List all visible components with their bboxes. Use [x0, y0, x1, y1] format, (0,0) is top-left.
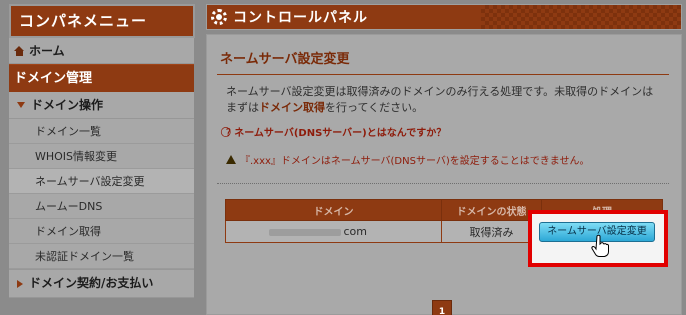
- page-number-button[interactable]: 1: [432, 300, 452, 315]
- sidebar-item-label: ホーム: [29, 43, 65, 58]
- warning-icon: [226, 155, 236, 164]
- home-icon: [14, 45, 25, 56]
- sidebar-item-domain-list[interactable]: ドメイン一覧: [9, 119, 194, 144]
- sidebar-item-muumuu-dns[interactable]: ムームーDNS: [9, 194, 194, 219]
- section-title: ネームサーバ設定変更: [217, 45, 669, 75]
- status-cell: 取得済み: [441, 220, 542, 243]
- domain-acquire-link[interactable]: ドメイン取得: [259, 101, 325, 114]
- column-header-status: ドメインの状態: [441, 199, 542, 221]
- sidebar-item-domain-acquire[interactable]: ドメイン取得: [9, 219, 194, 244]
- sidebar-item-label: ドメイン操作: [31, 97, 104, 112]
- header-pattern: [481, 5, 681, 29]
- sidebar-section-domain[interactable]: ドメイン管理: [9, 64, 194, 92]
- page-title: コントロールパネル: [233, 10, 368, 26]
- sidebar-title: コンパネメニュー: [9, 4, 195, 38]
- hand-cursor-icon: [591, 234, 609, 257]
- domain-tld: com: [343, 225, 368, 238]
- sidebar-group-contract[interactable]: ドメイン契約/お支払い: [9, 269, 194, 298]
- help-link-text: ネームサーバ(DNSサーバー)とはなんですか？: [234, 128, 447, 139]
- sidebar-item-label: ドメイン契約/お支払い: [29, 276, 154, 290]
- description-line-1: ネームサーバ設定変更は取得済みのドメインのみ行える処理です。未取得のドメインは: [226, 85, 654, 98]
- gear-icon: [211, 9, 227, 25]
- sidebar-group-domain-ops[interactable]: ドメイン操作: [9, 92, 194, 119]
- sidebar-item-nameserver[interactable]: ネームサーバ設定変更: [9, 169, 194, 194]
- chevron-down-icon: [17, 102, 25, 108]
- content-area: ネームサーバ設定変更 ネームサーバ設定変更は取得済みのドメインのみ行える処理です…: [206, 34, 682, 315]
- domain-cell: com: [225, 220, 442, 243]
- column-header-domain: ドメイン: [225, 199, 442, 221]
- redacted-domain: [268, 228, 341, 236]
- sidebar-item-unverified[interactable]: 未認証ドメイン一覧: [9, 244, 194, 269]
- description-prefix: まずは: [226, 101, 259, 114]
- sidebar-item-home[interactable]: ホーム: [9, 38, 194, 64]
- main-panel: コントロールパネル ネームサーバ設定変更 ネームサーバ設定変更は取得済みのドメイ…: [203, 0, 686, 315]
- warning-note: 『.xxx』ドメインはネームサーバ(DNSサーバ)を設定することはできません。: [226, 152, 589, 167]
- sidebar: コンパネメニュー ホーム ドメイン管理 ドメイン操作 ドメイン一覧 WHOIS情…: [0, 0, 203, 315]
- warning-text: 『.xxx』ドメインはネームサーバ(DNSサーバ)を設定することはできません。: [240, 156, 590, 167]
- description: ネームサーバ設定変更は取得済みのドメインのみ行える処理です。未取得のドメインは …: [226, 84, 666, 116]
- sidebar-item-whois[interactable]: WHOIS情報変更: [9, 144, 194, 169]
- question-icon: ?⃝: [226, 128, 231, 139]
- chevron-right-icon: [17, 279, 23, 288]
- help-link[interactable]: ?⃝ ネームサーバ(DNSサーバー)とはなんですか？: [226, 124, 446, 139]
- control-panel-header: コントロールパネル: [206, 4, 682, 30]
- description-suffix: を行ってください。: [325, 101, 424, 114]
- divider: [217, 183, 669, 184]
